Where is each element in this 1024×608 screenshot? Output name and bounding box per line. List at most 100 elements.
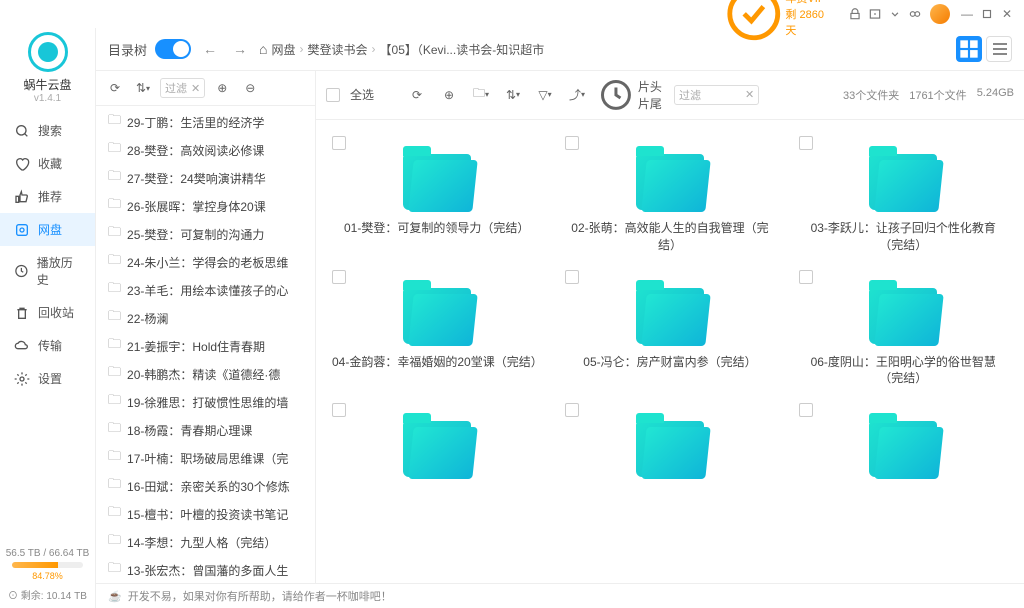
storage-fill (12, 562, 58, 568)
minimize-icon[interactable]: — (960, 7, 974, 21)
folder-label: 05-冯仑：房产财富内参（完结） (559, 354, 780, 371)
list-view-button[interactable] (986, 36, 1012, 62)
breadcrumb: ⌂ 网盘 › 樊登读书会 › 【05】（Kevi...读书会-知识超市 (259, 41, 948, 58)
nav-trash[interactable]: 回收站 (0, 296, 95, 329)
folder-cell[interactable]: 04-金韵蓉：幸福婚姻的20堂课（完结） (320, 262, 553, 396)
folder-cell[interactable] (320, 395, 553, 495)
folder-cell[interactable] (553, 395, 786, 495)
folder-icon: 🗀 (108, 111, 121, 133)
grid-view-button[interactable] (956, 36, 982, 62)
tree-item-label: 27-樊登：24樊响演讲精华 (127, 170, 266, 187)
tree-item[interactable]: 🗀14-李想：九型人格（完结） (96, 528, 315, 556)
sequence-chip[interactable]: 片头片尾 (598, 77, 664, 113)
back-button[interactable]: ← (199, 41, 221, 57)
nav-thumb[interactable]: 推荐 (0, 180, 95, 213)
app-name: 蜗牛云盘 (23, 76, 71, 93)
file-filter-input[interactable]: 过滤 ✕ (674, 85, 759, 105)
tree-item[interactable]: 🗀24-朱小兰：学得会的老板思维 (96, 248, 315, 276)
item-checkbox[interactable] (565, 270, 579, 284)
tree-item-label: 24-朱小兰：学得会的老板思维 (127, 254, 288, 271)
refresh-icon[interactable]: ⟳ (104, 77, 126, 99)
folder-cell[interactable] (787, 395, 1020, 495)
item-checkbox[interactable] (332, 270, 346, 284)
file-panel: 全选 ⟳ ⊕ 🗀▾ ⇅▾ ▽▾ ⤴▾ 片头片尾 过滤 (316, 71, 1024, 583)
tree-item[interactable]: 🗀25-樊登：可复制的沟通力 (96, 220, 315, 248)
sort-icon[interactable]: ⇅▾ (132, 77, 154, 99)
tree-panel: ⟳ ⇅▾ 过滤 ✕ ⊕ ⊖ 🗀29-丁鹏：生活里的经济学🗀28-樊登：高效阅读必… (96, 71, 316, 583)
folder-icon: 🗀 (108, 363, 121, 385)
folder-action-icon[interactable]: 🗀▾ (470, 84, 492, 106)
expand-icon[interactable]: ⊕ (211, 77, 233, 99)
tree-item[interactable]: 🗀18-杨霞：青春期心理课 (96, 416, 315, 444)
folder-cell[interactable]: 01-樊登：可复制的领导力（完结） (320, 128, 553, 262)
folder-label: 03-李跃儿：让孩子回归个性化教育（完结） (793, 220, 1014, 254)
avatar[interactable] (930, 4, 950, 24)
tree-item[interactable]: 🗀26-张展晖：掌控身体20课 (96, 192, 315, 220)
game-icon[interactable] (908, 7, 922, 21)
folder-cell[interactable]: 05-冯仑：房产财富内参（完结） (553, 262, 786, 396)
item-checkbox[interactable] (565, 403, 579, 417)
tree-item-label: 28-樊登：高效阅读必修课 (127, 142, 264, 159)
clear-file-filter-icon[interactable]: ✕ (745, 88, 754, 101)
tree-item[interactable]: 🗀27-樊登：24樊响演讲精华 (96, 164, 315, 192)
folder-large-icon (636, 154, 704, 210)
lock-icon[interactable] (848, 7, 862, 21)
folder-icon: 🗀 (108, 195, 121, 217)
folder-cell[interactable]: 03-李跃儿：让孩子回归个性化教育（完结） (787, 128, 1020, 262)
dirtree-toggle[interactable] (155, 39, 191, 59)
tree-item[interactable]: 🗀13-张宏杰：曾国藩的多面人生 (96, 556, 315, 583)
tree-item[interactable]: 🗀17-叶楠：职场破局思维课（完 (96, 444, 315, 472)
filter-funnel-icon[interactable]: ▽▾ (534, 84, 556, 106)
folder-large-icon (869, 288, 937, 344)
item-checkbox[interactable] (565, 136, 579, 150)
folder-cell[interactable]: 06-度阴山：王阳明心学的俗世智慧（完结） (787, 262, 1020, 396)
target-icon[interactable]: ⊕ (438, 84, 460, 106)
tree-item-label: 29-丁鹏：生活里的经济学 (127, 114, 264, 131)
window-icon[interactable] (868, 7, 882, 21)
folder-cell[interactable]: 02-张萌：高效能人生的自我管理（完结） (553, 128, 786, 262)
item-checkbox[interactable] (332, 136, 346, 150)
nav-label: 播放历史 (37, 254, 81, 288)
item-checkbox[interactable] (799, 136, 813, 150)
nav-search[interactable]: 搜索 (0, 114, 95, 147)
item-checkbox[interactable] (332, 403, 346, 417)
tree-item[interactable]: 🗀19-徐雅思：打破惯性思维的墙 (96, 388, 315, 416)
tree-item[interactable]: 🗀15-檀书：叶檀的投资读书笔记 (96, 500, 315, 528)
heart-icon (14, 156, 30, 172)
tree-item[interactable]: 🗀 16-田斌：亲密关系的30个修炼 (96, 472, 315, 500)
nav-gear[interactable]: 设置 (0, 362, 95, 395)
forward-button[interactable]: → (229, 41, 251, 57)
home-icon[interactable]: ⌂ (259, 41, 267, 57)
item-checkbox[interactable] (799, 403, 813, 417)
sort-files-icon[interactable]: ⇅▾ (502, 84, 524, 106)
select-all-checkbox[interactable] (326, 88, 340, 102)
tree-item-label: 18-杨霞：青春期心理课 (127, 422, 252, 439)
tree-item[interactable]: 🗀22-杨澜 (96, 304, 315, 332)
maximize-icon[interactable] (980, 7, 994, 21)
nav-label: 推荐 (38, 188, 62, 205)
nav-history[interactable]: 播放历史 (0, 246, 95, 296)
folder-icon: 🗀 (108, 559, 121, 581)
tree-item[interactable]: 🗀23-羊毛：用绘本读懂孩子的心 (96, 276, 315, 304)
tree-item[interactable]: 🗀 29-丁鹏：生活里的经济学 (96, 108, 315, 136)
close-icon[interactable]: ✕ (1000, 7, 1014, 21)
folder-icon: 🗀 (108, 279, 121, 301)
upload-icon[interactable]: ⤴▾ (566, 84, 588, 106)
nav-cloud[interactable]: 传输 (0, 329, 95, 362)
folder-label: 06-度阴山：王阳明心学的俗世智慧（完结） (793, 354, 1014, 388)
item-checkbox[interactable] (799, 270, 813, 284)
nav-heart[interactable]: 收藏 (0, 147, 95, 180)
tree-item-label: 14-李想：九型人格（完结） (127, 534, 276, 551)
tree-item[interactable]: 🗀21-姜振宇：Hold住青春期 (96, 332, 315, 360)
tree-item-label: 19-徐雅思：打破惯性思维的墙 (127, 394, 288, 411)
tree-item[interactable]: 🗀28-樊登：高效阅读必修课 (96, 136, 315, 164)
folder-icon: 🗀 (108, 475, 121, 497)
tree-filter-input[interactable]: 过滤 ✕ (160, 78, 205, 98)
clear-filter-icon[interactable]: ✕ (191, 82, 200, 95)
tree-item[interactable]: 🗀20-韩鹏杰：精读《道德经·德 (96, 360, 315, 388)
refresh-files-icon[interactable]: ⟳ (406, 84, 428, 106)
nav-disk[interactable]: 网盘 (0, 213, 95, 246)
collapse-icon[interactable]: ⊖ (239, 77, 261, 99)
tree-item-label: 16-田斌：亲密关系的30个修炼 (127, 478, 290, 495)
chevron-down-icon[interactable] (888, 7, 902, 21)
